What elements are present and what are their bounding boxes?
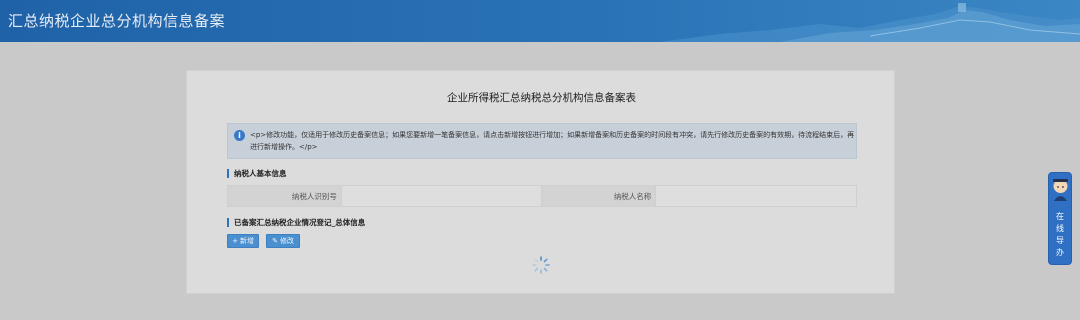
online-guide-char-1: 在	[1056, 212, 1064, 221]
taxpayer-id-value	[340, 185, 543, 207]
page-header-title: 汇总纳税企业总分机构信息备案	[8, 12, 226, 30]
notice-box: i <p>修改功能，仅适用于修改历史备案信息；如果您要新增一笔备案信息，请点击新…	[227, 123, 857, 159]
table-row: 纳税人识别号 纳税人名称	[227, 185, 857, 207]
edit-button[interactable]: ✎ 修改	[266, 234, 300, 248]
section-heading-basic-info: 纳税人基本信息	[227, 169, 287, 178]
online-guide-char-3: 导	[1056, 236, 1064, 245]
loading-spinner-icon	[532, 256, 550, 274]
assistant-avatar-icon	[1053, 179, 1068, 201]
taxpayer-name-value	[655, 185, 857, 207]
pencil-icon: ✎	[272, 237, 278, 245]
online-guide-char-2: 线	[1056, 224, 1064, 233]
online-guide-char-4: 办	[1056, 248, 1064, 257]
edit-button-label: 修改	[279, 237, 294, 245]
form-title: 企业所得税汇总纳税总分机构信息备案表	[447, 92, 636, 104]
section-heading-summary-info: 已备案汇总纳税企业情况登记_总体信息	[227, 218, 365, 227]
info-icon: i	[234, 130, 245, 141]
top-header-bar: 汇总纳税企业总分机构信息备案	[0, 0, 1080, 42]
add-button[interactable]: + 新增	[227, 234, 259, 248]
add-button-label: 新增	[239, 237, 254, 245]
taxpayer-info-table: 纳税人识别号 纳税人名称	[227, 185, 857, 207]
online-guide-label: 在 线 导 办	[1049, 211, 1071, 259]
taxpayer-name-label: 纳税人名称	[541, 185, 657, 207]
filing-form-card: 企业所得税汇总纳税总分机构信息备案表 i <p>修改功能，仅适用于修改历史备案信…	[186, 70, 895, 294]
taxpayer-id-label: 纳税人识别号	[227, 185, 342, 207]
online-guide-widget[interactable]: 在 线 导 办	[1048, 172, 1072, 265]
great-wall-banner-image	[660, 3, 1080, 42]
plus-icon: +	[232, 237, 238, 245]
notice-text: <p>修改功能，仅适用于修改历史备案信息；如果您要新增一笔备案信息，请点击新增按…	[250, 131, 855, 151]
